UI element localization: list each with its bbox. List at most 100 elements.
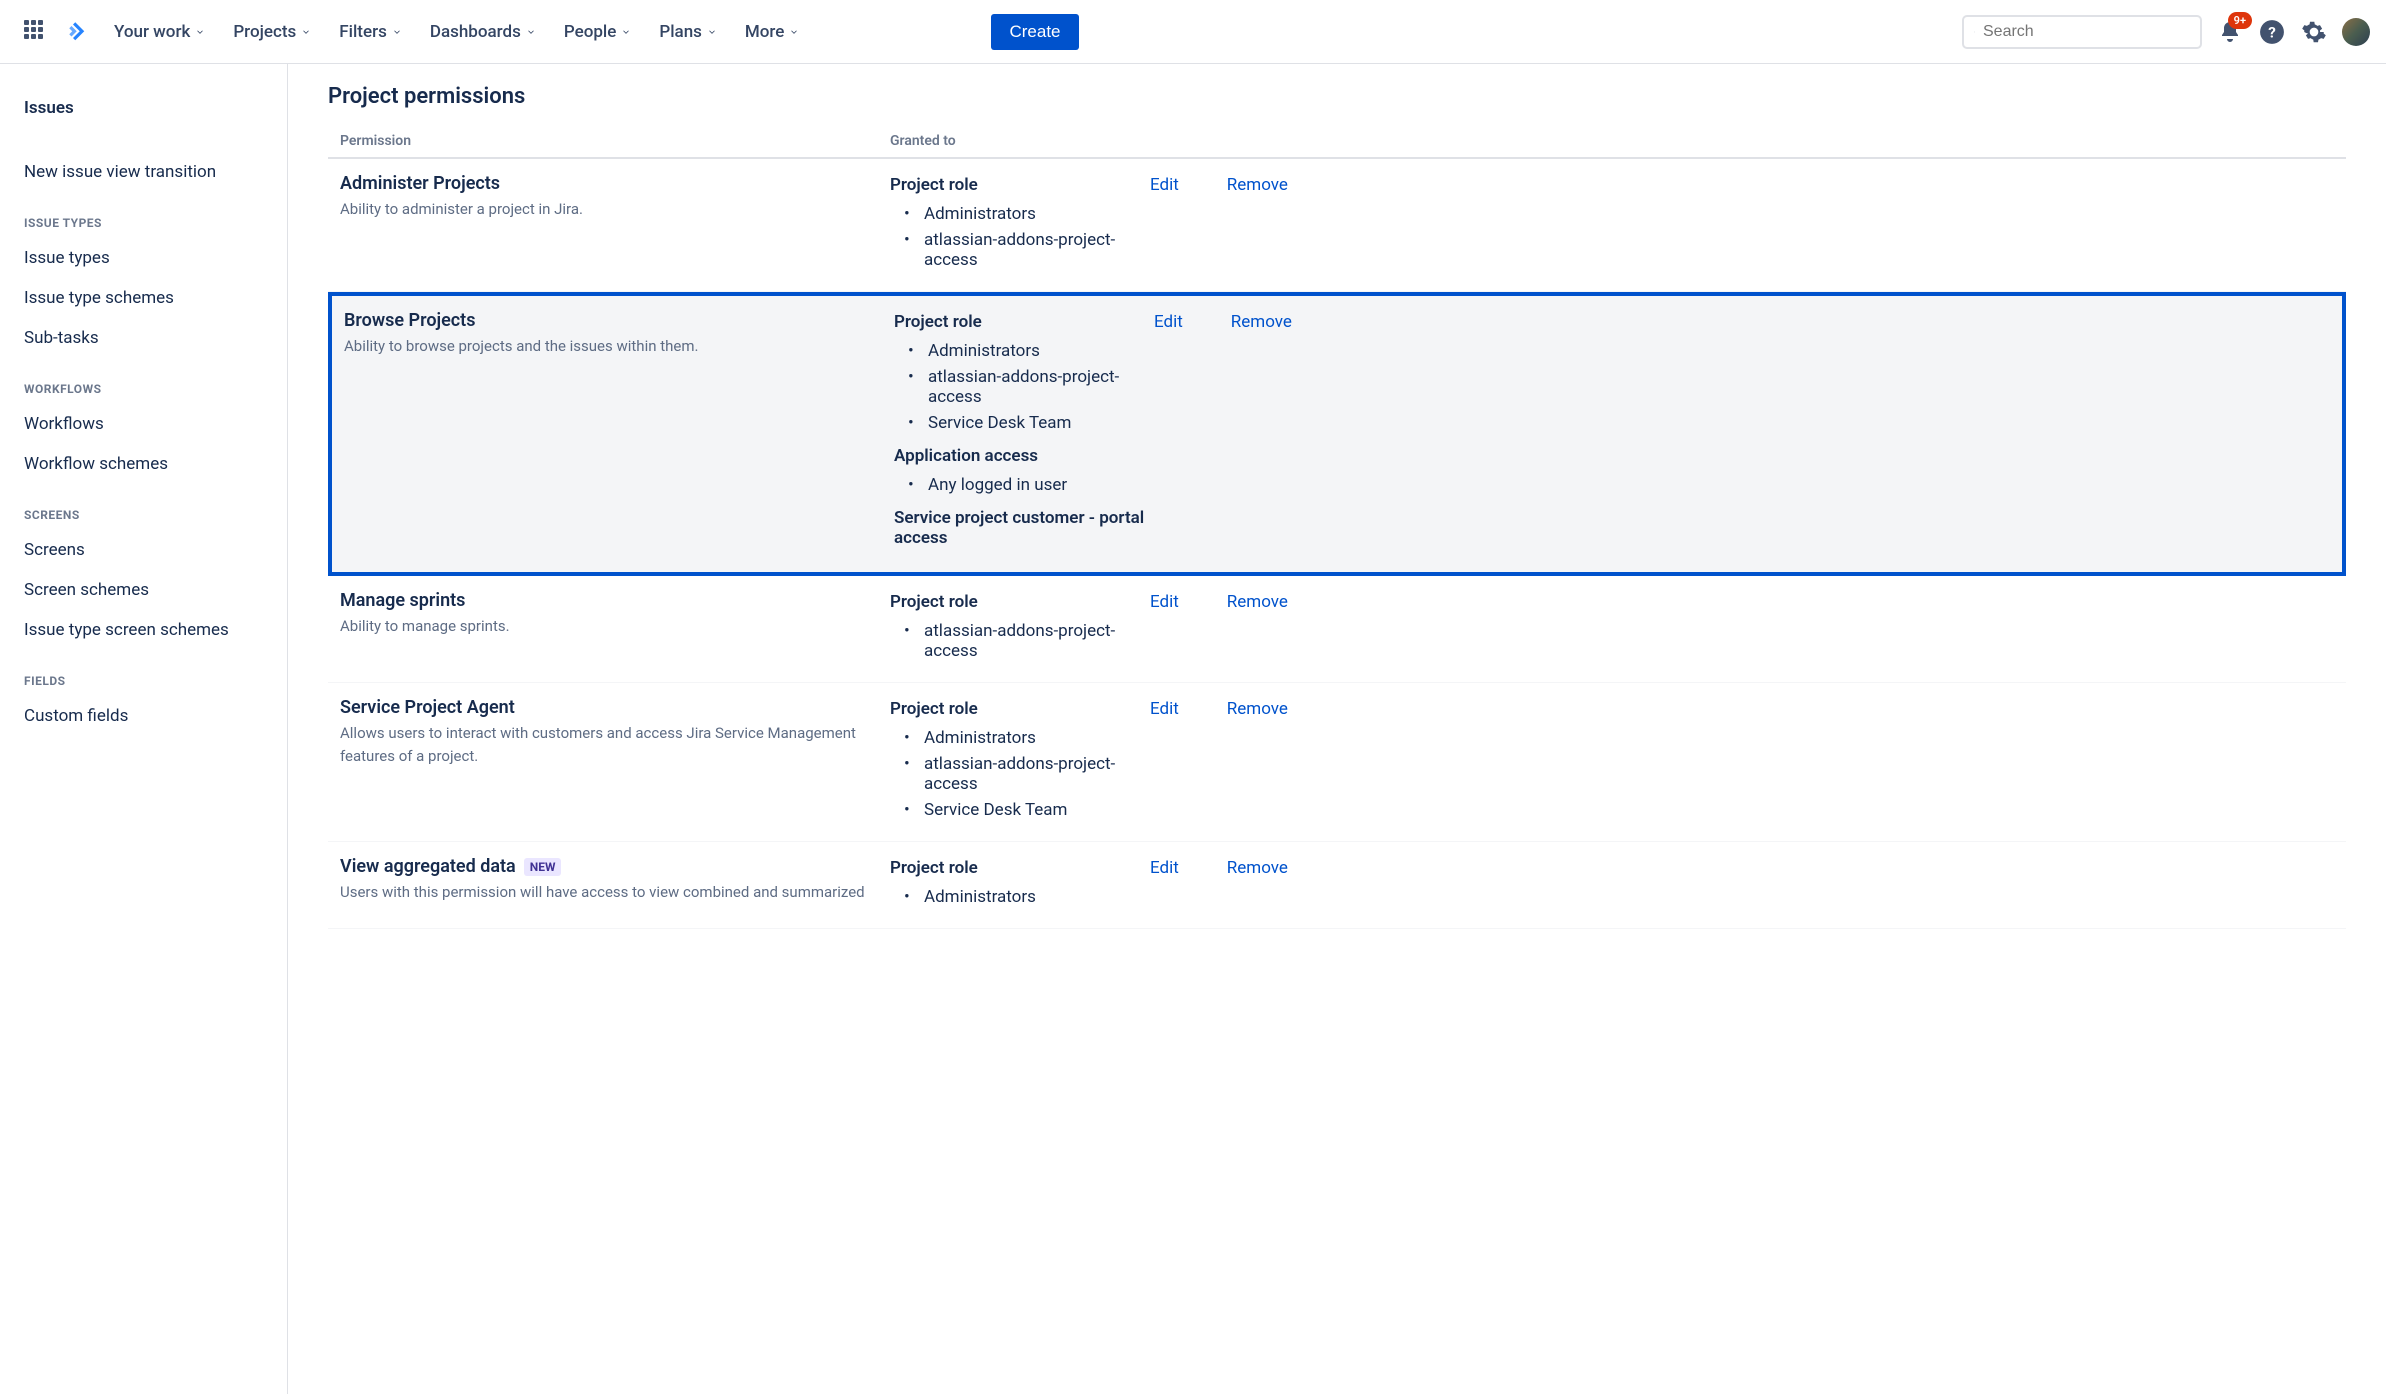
grant-heading: Project role: [890, 699, 1150, 719]
edit-link[interactable]: Edit: [1150, 858, 1179, 910]
sidebar-item-workflows[interactable]: Workflows: [16, 404, 271, 444]
col-header-permission: Permission: [340, 133, 890, 149]
permission-actions: Edit Remove: [1154, 310, 2330, 554]
sidebar-heading-issue-types: ISSUE TYPES: [16, 192, 271, 238]
permission-description: Users with this permission will have acc…: [340, 881, 890, 904]
sidebar: Issues New issue view transition ISSUE T…: [0, 64, 288, 1394]
grant-item: Administrators: [924, 884, 1150, 910]
permission-name: Browse Projects: [344, 310, 894, 331]
sidebar-item-workflow-schemes[interactable]: Workflow schemes: [16, 444, 271, 484]
grant-item: atlassian-addons-project-access: [924, 618, 1150, 664]
sidebar-item-screen-schemes[interactable]: Screen schemes: [16, 570, 271, 610]
permission-info: Manage sprintsAbility to manage sprints.: [340, 590, 890, 664]
create-button[interactable]: Create: [991, 14, 1078, 50]
nav-item-your-work[interactable]: Your work: [104, 14, 215, 50]
nav-item-label: More: [745, 22, 784, 42]
sidebar-item-issue-type-screen-schemes[interactable]: Issue type screen schemes: [16, 610, 271, 650]
help-icon: ?: [2259, 19, 2285, 45]
nav-item-projects[interactable]: Projects: [223, 14, 321, 50]
grant-heading: Project role: [890, 858, 1150, 878]
sidebar-item-issues[interactable]: Issues: [16, 88, 271, 128]
permissions-table: Permission Granted to Administer Project…: [328, 125, 2346, 929]
grant-list: atlassian-addons-project-access: [890, 618, 1150, 664]
nav-item-plans[interactable]: Plans: [649, 14, 727, 50]
nav-item-label: Plans: [659, 22, 702, 42]
grant-item: Service Desk Team: [928, 410, 1154, 436]
page-layout: Issues New issue view transition ISSUE T…: [0, 64, 2386, 1394]
sidebar-item-custom-fields[interactable]: Custom fields: [16, 696, 271, 736]
sidebar-heading-screens: SCREENS: [16, 484, 271, 530]
chevron-down-icon: [301, 27, 311, 37]
permission-row: Service Project AgentAllows users to int…: [328, 683, 2346, 842]
nav-item-label: Projects: [233, 22, 296, 42]
chevron-down-icon: [621, 27, 631, 37]
nav-right: 9+ ?: [1962, 15, 2370, 49]
permission-actions: Edit Remove: [1150, 697, 2334, 823]
grant-item: Administrators: [928, 338, 1154, 364]
grant-heading: Project role: [890, 592, 1150, 612]
sidebar-item-new-issue-view[interactable]: New issue view transition: [16, 152, 271, 192]
chevron-down-icon: [789, 27, 799, 37]
remove-link[interactable]: Remove: [1227, 699, 1288, 823]
nav-item-filters[interactable]: Filters: [329, 14, 412, 50]
grant-item: Administrators: [924, 725, 1150, 751]
notification-badge: 9+: [2228, 12, 2252, 29]
grant-list: Administratorsatlassian-addons-project-a…: [890, 725, 1150, 823]
edit-link[interactable]: Edit: [1150, 592, 1179, 664]
nav-item-dashboards[interactable]: Dashboards: [420, 14, 546, 50]
grant-item: atlassian-addons-project-access: [928, 364, 1154, 410]
permission-name: Administer Projects: [340, 173, 890, 194]
sidebar-item-issue-types[interactable]: Issue types: [16, 238, 271, 278]
search-input[interactable]: [1983, 23, 2190, 41]
permission-description: Ability to administer a project in Jira.: [340, 198, 890, 221]
permission-info: View aggregated dataNEWUsers with this p…: [340, 856, 890, 910]
grant-heading: Application access: [894, 446, 1154, 466]
granted-to: Project roleAdministratorsatlassian-addo…: [890, 173, 1150, 273]
grant-item: Service Desk Team: [924, 797, 1150, 823]
top-navigation: Your work Projects Filters DashboardsPeople…: [0, 0, 2386, 64]
jira-logo-icon[interactable]: [64, 20, 88, 44]
permission-info: Administer Projects Ability to administer…: [340, 173, 890, 273]
settings-button[interactable]: [2300, 18, 2328, 46]
remove-link[interactable]: Remove: [1227, 592, 1288, 664]
nav-item-label: Filters: [339, 22, 387, 42]
permission-row: View aggregated dataNEWUsers with this p…: [328, 842, 2346, 929]
remove-link[interactable]: Remove: [1227, 175, 1288, 273]
permission-row: Browse ProjectsAbility to browse project…: [328, 292, 2346, 576]
main-content: Project permissions Permission Granted t…: [288, 64, 2386, 1394]
permission-name: Manage sprints: [340, 590, 890, 611]
edit-link[interactable]: Edit: [1150, 699, 1179, 823]
notifications-button[interactable]: 9+: [2216, 18, 2244, 46]
nav-item-label: Your work: [114, 22, 190, 42]
permission-row: Administer Projects Ability to administer…: [328, 159, 2346, 292]
granted-to: Project role Administratorsatlassian-addo…: [894, 310, 1154, 554]
permission-row: Manage sprintsAbility to manage sprints.…: [328, 576, 2346, 683]
chevron-down-icon: [195, 27, 205, 37]
granted-to: Project role Administrators: [890, 856, 1150, 910]
remove-link[interactable]: Remove: [1231, 312, 1292, 554]
help-button[interactable]: ?: [2258, 18, 2286, 46]
remove-link[interactable]: Remove: [1227, 858, 1288, 910]
app-switcher-icon[interactable]: [24, 20, 48, 44]
search-box[interactable]: [1962, 15, 2202, 49]
nav-item-more[interactable]: More: [735, 14, 809, 50]
edit-link[interactable]: Edit: [1150, 175, 1179, 273]
edit-link[interactable]: Edit: [1154, 312, 1183, 554]
col-header-granted-to: Granted to: [890, 133, 1150, 149]
sidebar-heading-fields: FIELDS: [16, 650, 271, 696]
sidebar-item-sub-tasks[interactable]: Sub-tasks: [16, 318, 271, 358]
chevron-down-icon: [526, 27, 536, 37]
grant-heading: Service project customer - portal access: [894, 508, 1154, 548]
user-avatar[interactable]: [2342, 18, 2370, 46]
granted-to: Project role atlassian-addons-project-acc…: [890, 590, 1150, 664]
grant-list: Administratorsatlassian-addons-project-a…: [890, 201, 1150, 273]
grant-heading: Project role: [894, 312, 1154, 332]
grant-item: atlassian-addons-project-access: [924, 751, 1150, 797]
sidebar-item-screens[interactable]: Screens: [16, 530, 271, 570]
sidebar-item-issue-type-schemes[interactable]: Issue type schemes: [16, 278, 271, 318]
page-title: Project permissions: [328, 84, 2346, 109]
permission-actions: Edit Remove: [1150, 590, 2334, 664]
nav-item-people[interactable]: People: [554, 14, 642, 50]
permission-info: Browse ProjectsAbility to browse project…: [344, 310, 894, 554]
nav-items: Your work Projects Filters DashboardsPeople…: [104, 14, 979, 50]
